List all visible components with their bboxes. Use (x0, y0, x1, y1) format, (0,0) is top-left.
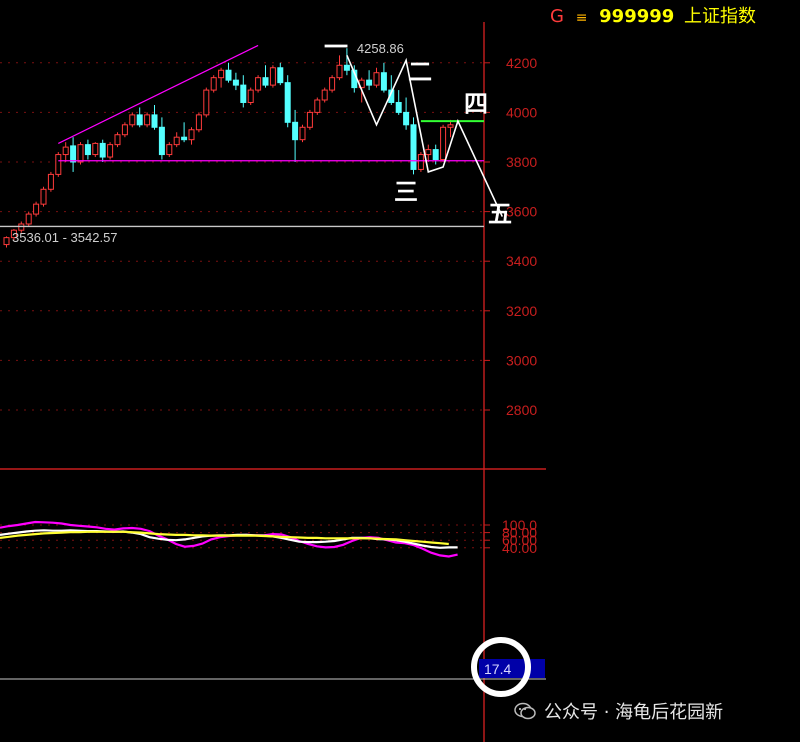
candle-body (232, 79, 239, 86)
candle-body (107, 144, 114, 158)
chart-canvas: 420040003800360034003200300028004258.863… (0, 22, 546, 742)
candle-body (403, 111, 410, 126)
candle-body (366, 79, 373, 86)
price-tick-label: 2800 (506, 402, 537, 418)
price-tick-label: 3200 (506, 303, 537, 319)
candle-body (269, 67, 276, 86)
wave-label-2: 二 (408, 58, 432, 86)
candle-body (440, 126, 447, 161)
candle-body (40, 188, 47, 205)
candle-body (151, 114, 158, 128)
candle-body (181, 136, 188, 141)
candle-body (277, 67, 284, 84)
wechat-icon (514, 702, 536, 720)
indicator-tick-label: 40.00 (502, 540, 537, 556)
price-tick-label: 4000 (506, 104, 537, 120)
candle-body (240, 84, 247, 103)
watermark: 公众号 · 海龟后花园新 (514, 697, 794, 725)
watermark-text: 公众号 · 海龟后花园新 (544, 702, 724, 723)
price-tick-label: 4200 (506, 55, 537, 71)
candle-body (77, 144, 84, 163)
candle-body (321, 89, 328, 101)
candle-body (255, 77, 262, 91)
price-tick-label: 3400 (506, 253, 537, 269)
candle-body (336, 64, 343, 79)
candle-body (306, 111, 313, 128)
candle-body (166, 144, 173, 156)
candle-body (417, 154, 424, 170)
candle-body (447, 124, 454, 128)
candle-body (173, 136, 180, 146)
candle-body (3, 237, 10, 246)
candle-body (247, 89, 254, 103)
candle-body (70, 145, 77, 163)
candle-body (262, 77, 269, 86)
candle-body (314, 99, 321, 113)
candle-body (410, 124, 417, 170)
candle-body (55, 154, 62, 175)
candle-body (25, 213, 32, 225)
price-tick-label: 3000 (506, 352, 537, 368)
candle-body (225, 69, 232, 81)
candle-body (195, 114, 202, 131)
current-value-label: 17.4 (484, 661, 511, 677)
candle-body (218, 69, 225, 79)
wave-label-3: 三 (394, 178, 418, 206)
candle-body (33, 203, 40, 215)
candle-body (292, 121, 299, 141)
wave-label-1: 一 (324, 33, 348, 61)
candle-body (136, 114, 143, 126)
upper-trendline (58, 44, 259, 144)
indicator-line-yellow (0, 530, 449, 546)
candle-body (380, 72, 387, 91)
candle-body (343, 64, 350, 71)
candle-body (188, 129, 195, 141)
candle-body (99, 142, 106, 158)
candle-body (84, 144, 91, 156)
candle-body (210, 77, 217, 91)
candle-body (425, 149, 432, 156)
candle-body (373, 72, 380, 86)
level-label: 3536.01 - 3542.57 (12, 230, 118, 245)
candle-body (92, 142, 99, 156)
candle-body (144, 114, 151, 126)
candle-body (432, 149, 439, 161)
wave-label-5: 五 (488, 200, 512, 228)
candle-body (121, 124, 128, 136)
candle-body (62, 146, 69, 156)
candle-body (329, 77, 336, 91)
price-tick-label: 3800 (506, 154, 537, 170)
wave-label-4: 四 (464, 90, 488, 118)
candle-body (395, 101, 402, 113)
candle-body (114, 134, 121, 146)
candle-body (299, 126, 306, 141)
high-price-label: 4258.86 (357, 41, 404, 56)
candle-body (158, 126, 165, 156)
candle-body (284, 82, 291, 123)
candle-body (47, 173, 54, 190)
candle-body (203, 89, 210, 116)
candle-body (129, 114, 136, 126)
